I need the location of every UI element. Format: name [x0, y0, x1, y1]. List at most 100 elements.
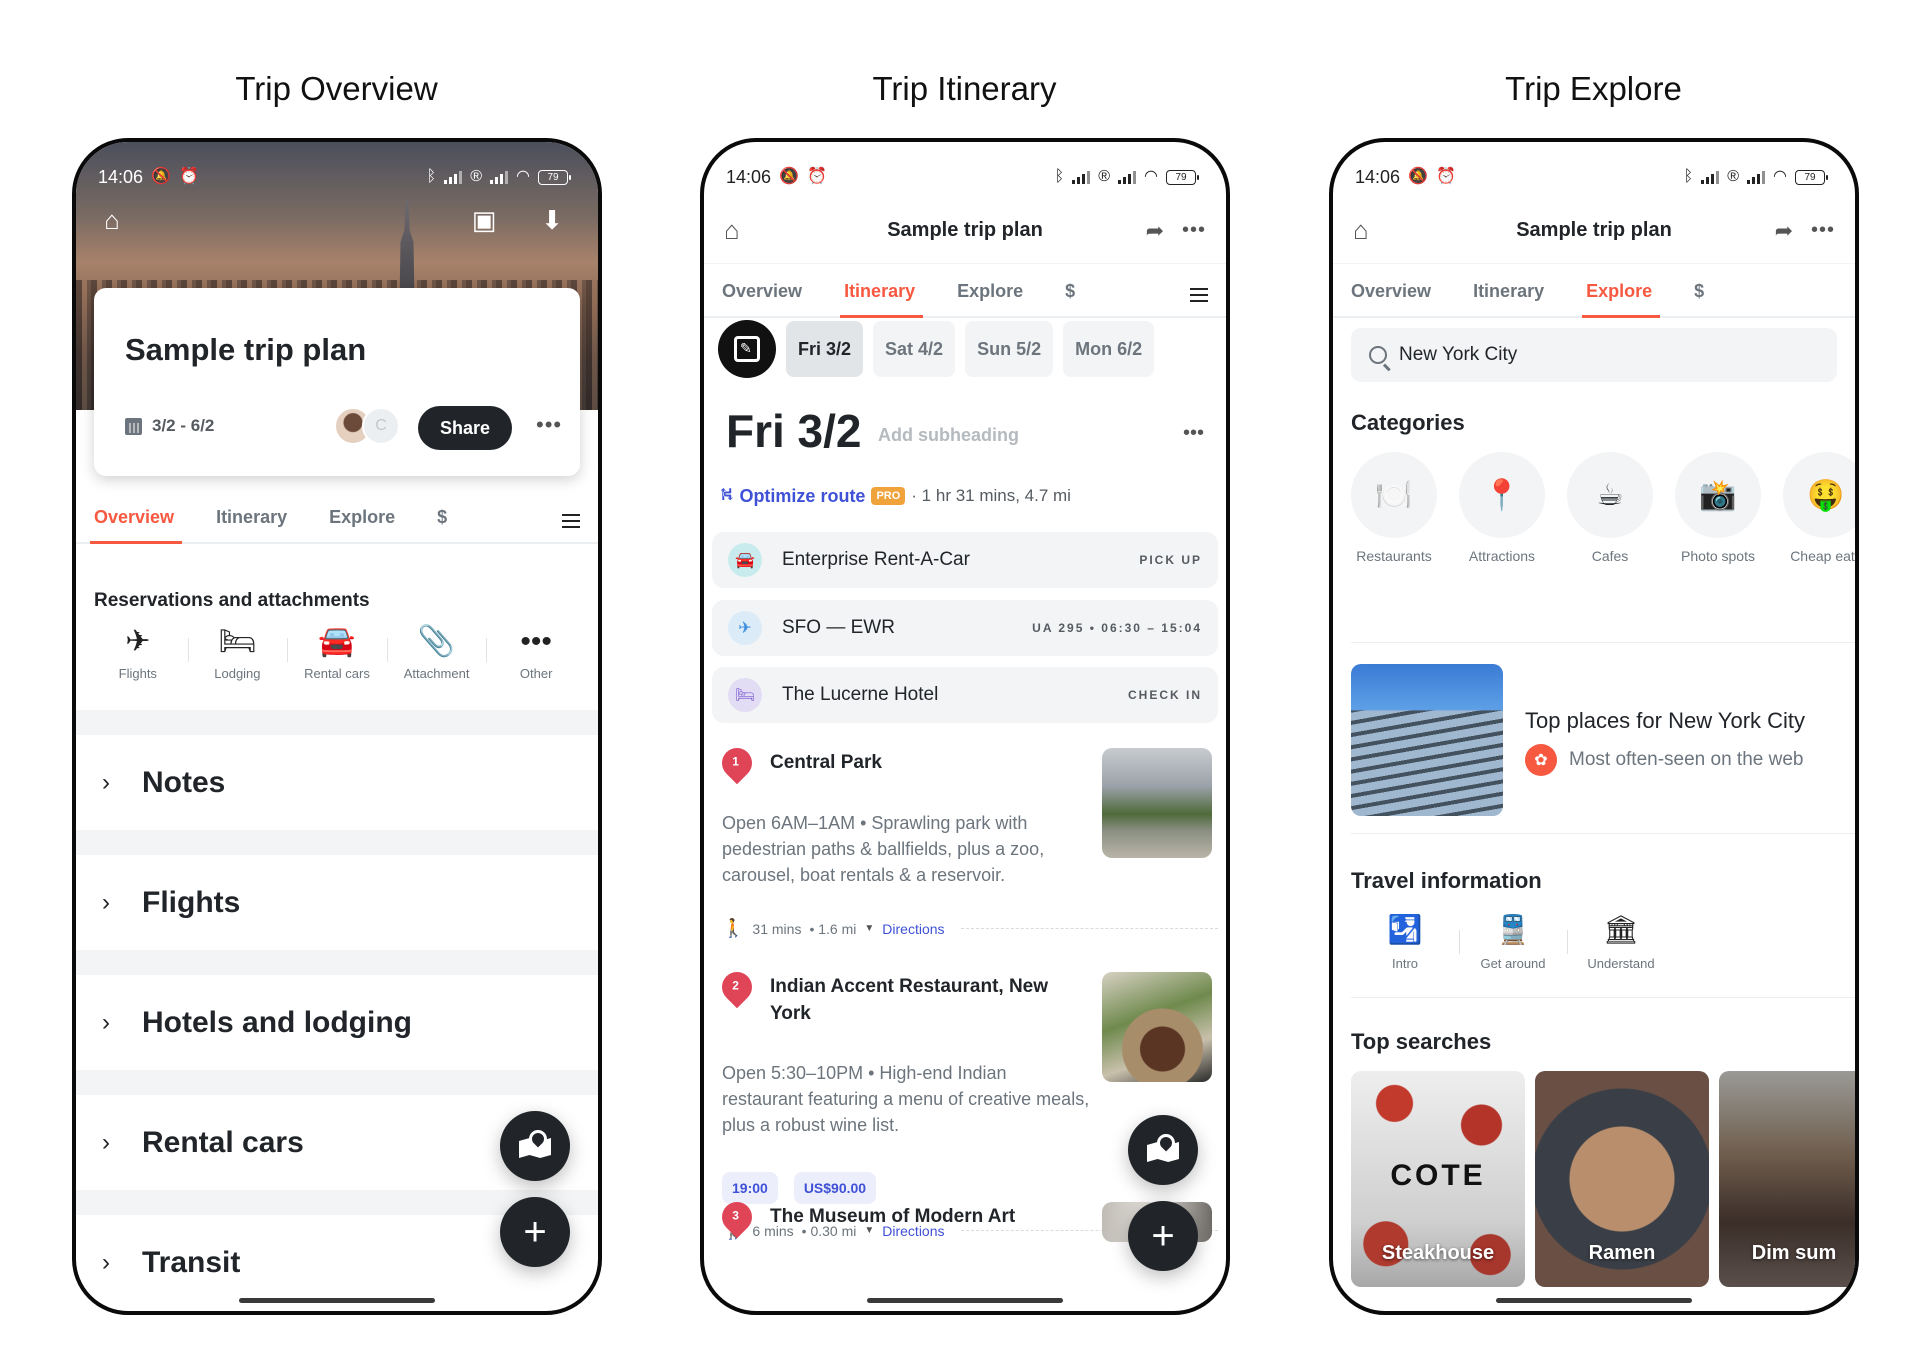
reservation-type-lodging[interactable]: 🛏 Lodging — [187, 624, 288, 704]
tab-itinerary[interactable]: Itinerary — [216, 507, 287, 542]
top-places-card[interactable]: Top places for New York City ✿ Most ofte… — [1351, 664, 1845, 816]
tab-budget[interactable]: $ — [437, 507, 447, 542]
optimize-route-link[interactable]: Optimize route — [739, 486, 865, 507]
day-chip[interactable]: Mon 6/2 — [1063, 321, 1155, 377]
tab-budget[interactable]: $ — [1065, 281, 1075, 316]
more-options-icon[interactable]: ••• — [536, 412, 562, 438]
section-flights[interactable]: › Flights — [76, 855, 598, 950]
route-summary: · 1 hr 31 mins, 4.7 mi — [911, 486, 1071, 505]
category-label: Cheap eats — [1790, 548, 1859, 564]
more-options-icon[interactable]: ••• — [1182, 219, 1206, 242]
directions-link[interactable]: Directions — [882, 921, 944, 937]
signal-icon — [1701, 170, 1720, 184]
reservation-card[interactable]: ✈ SFO — EWR UA 295 • 06:30 – 15:04 — [712, 600, 1218, 656]
home-indicator — [867, 1298, 1063, 1303]
add-button[interactable]: + — [1128, 1201, 1198, 1271]
reservation-type-other[interactable]: ••• Other — [486, 624, 586, 704]
more-options-icon[interactable]: ••• — [1811, 219, 1835, 242]
day-chip[interactable]: Sat 4/2 — [873, 321, 956, 377]
section-notes[interactable]: › Notes — [76, 735, 598, 830]
category-restaurants[interactable]: 🍽️ Restaurants — [1351, 452, 1437, 564]
trip-title[interactable]: Sample trip plan — [125, 332, 366, 368]
divider — [1351, 997, 1855, 998]
reservation-name: Enterprise Rent-A-Car — [782, 549, 970, 570]
bed-icon: 🛏 — [218, 625, 257, 658]
map-button[interactable] — [1128, 1115, 1198, 1185]
map-icon — [1147, 1138, 1179, 1162]
edit-dates-button[interactable] — [718, 320, 776, 378]
airplane-icon: ✈ — [728, 611, 762, 645]
share-icon[interactable]: ➦ — [1146, 218, 1164, 244]
money-mouth-icon: 🤑 — [1783, 452, 1855, 538]
divider — [960, 928, 1218, 929]
place-number: 3 — [732, 1208, 739, 1223]
search-input[interactable] — [1399, 344, 1779, 366]
tab-itinerary[interactable]: Itinerary — [840, 281, 924, 318]
add-subheading[interactable]: Add subheading — [878, 425, 1019, 446]
caret-down-icon[interactable]: ▼ — [864, 923, 874, 934]
chevron-right-icon: › — [102, 888, 110, 916]
reservation-type-flights[interactable]: ✈ Flights — [88, 624, 188, 704]
signal-icon — [1118, 170, 1137, 184]
time-pill[interactable]: 19:00 — [722, 1172, 778, 1204]
roaming-icon: ® — [1098, 168, 1111, 185]
bluetooth-icon: ᛒ — [426, 168, 437, 185]
phone-trip-itinerary: 14:06 🔕 ⏰ ᛒ ® ◠ 79 ⌂ Sample trip plan ➦ … — [700, 138, 1230, 1315]
signal-icon — [1072, 170, 1091, 184]
trip-dates[interactable]: 3/2 - 6/2 — [125, 416, 214, 436]
home-icon[interactable]: ⌂ — [1353, 215, 1369, 246]
reservation-type-rental-cars[interactable]: 🚘 Rental cars — [287, 624, 387, 704]
travel-info-understand[interactable]: 🏛 Understand — [1567, 912, 1675, 971]
collaborators[interactable]: C — [334, 407, 400, 445]
day-more-options-icon[interactable]: ••• — [1183, 422, 1204, 445]
share-button[interactable]: Share — [418, 406, 512, 450]
menu-icon[interactable] — [1190, 288, 1208, 302]
category-attractions[interactable]: 📍 Attractions — [1459, 452, 1545, 564]
top-search-card[interactable]: Ramen — [1535, 1071, 1709, 1287]
home-icon[interactable]: ⌂ — [94, 202, 130, 238]
change-cover-image-icon[interactable]: ▣ — [466, 202, 502, 238]
day-chip[interactable]: Fri 3/2 — [786, 321, 864, 377]
avatar-initial: C — [362, 407, 400, 445]
reservation-card[interactable]: 🚘 Enterprise Rent-A-Car PICK UP — [712, 532, 1218, 588]
travel-info-get-around[interactable]: 🚆 Get around — [1459, 912, 1567, 971]
top-search-card[interactable]: COTE Steakhouse — [1351, 1071, 1525, 1287]
reservation-type-label: Rental cars — [304, 666, 370, 681]
reservation-type-attachment[interactable]: 📎 Attachment — [386, 624, 487, 704]
tab-overview[interactable]: Overview — [722, 281, 802, 316]
wifi-icon: ◠ — [1144, 168, 1158, 185]
map-button[interactable] — [500, 1111, 570, 1181]
clock: 14:06 — [1355, 166, 1401, 187]
travel-info-label: Intro — [1391, 956, 1418, 971]
place-number: 1 — [732, 754, 739, 769]
wifi-icon: ◠ — [516, 168, 530, 185]
top-search-card[interactable]: Dim sum — [1719, 1071, 1855, 1287]
category-photo-spots[interactable]: 📸 Photo spots — [1675, 452, 1761, 564]
home-icon[interactable]: ⌂ — [724, 215, 740, 246]
tab-explore[interactable]: Explore — [329, 507, 395, 542]
app-header: ⌂ Sample trip plan ➦ ••• — [1333, 198, 1855, 264]
tab-overview[interactable]: Overview — [89, 507, 183, 544]
reservation-card[interactable]: 🛏 The Lucerne Hotel CHECK IN — [712, 667, 1218, 723]
section-label: Hotels and lodging — [142, 1005, 412, 1039]
add-button[interactable]: + — [500, 1197, 570, 1267]
menu-icon[interactable] — [562, 514, 580, 528]
alarm-icon: ⏰ — [178, 168, 199, 185]
category-cheap-eats[interactable]: 🤑 Cheap eats — [1783, 452, 1859, 564]
search-bar[interactable] — [1351, 328, 1837, 382]
tab-itinerary[interactable]: Itinerary — [1473, 281, 1544, 316]
wifi-icon: ◠ — [1773, 168, 1787, 185]
download-icon[interactable]: ⬇ — [534, 202, 570, 238]
reservation-tag: UA 295 • 06:30 – 15:04 — [1032, 621, 1202, 635]
cost-pill[interactable]: US$90.00 — [793, 1172, 877, 1204]
travel-info-intro[interactable]: 🛂 Intro — [1351, 912, 1459, 971]
tab-budget[interactable]: $ — [1694, 281, 1704, 316]
section-hotels[interactable]: › Hotels and lodging — [76, 975, 598, 1070]
tab-overview[interactable]: Overview — [1351, 281, 1431, 316]
day-heading: Fri 3/2 — [726, 405, 862, 457]
category-cafes[interactable]: ☕ Cafes — [1567, 452, 1653, 564]
tab-explore[interactable]: Explore — [957, 281, 1023, 316]
day-chip[interactable]: Sun 5/2 — [965, 321, 1054, 377]
share-icon[interactable]: ➦ — [1775, 218, 1793, 244]
tab-explore[interactable]: Explore — [1582, 281, 1661, 318]
